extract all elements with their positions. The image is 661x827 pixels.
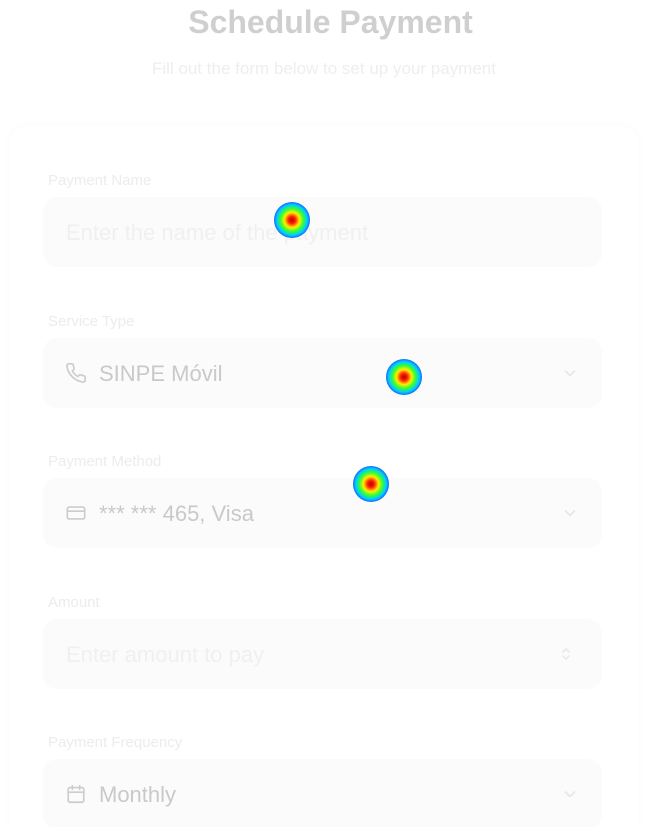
service-type-value: SINPE Móvil xyxy=(99,361,223,386)
page-title: Schedule Payment xyxy=(188,4,473,40)
schedule-payment-page: Schedule Payment Fill out the form below… xyxy=(0,0,661,827)
payment-name-placeholder: Enter the name of the payment xyxy=(66,220,369,245)
stepper-icon[interactable] xyxy=(558,646,574,662)
calendar-icon xyxy=(65,783,87,805)
chevron-down-icon xyxy=(562,786,578,802)
service-type-label: Service Type xyxy=(48,313,135,330)
page-subtitle: Fill out the form below to set up your p… xyxy=(152,59,496,78)
amount-label: Amount xyxy=(48,594,100,611)
payment-name-input[interactable]: Enter the name of the payment xyxy=(43,197,602,267)
credit-card-icon xyxy=(65,502,87,524)
payment-frequency-label: Payment Frequency xyxy=(48,734,183,751)
amount-placeholder: Enter amount to pay xyxy=(66,642,265,667)
chevron-down-icon xyxy=(562,505,578,521)
payment-frequency-select[interactable]: Monthly xyxy=(43,759,602,827)
service-type-select[interactable]: SINPE Móvil xyxy=(43,338,602,408)
payment-method-select[interactable]: *** *** 465, Visa xyxy=(43,478,602,548)
phone-icon xyxy=(65,362,87,384)
payment-method-value: *** *** 465, Visa xyxy=(99,501,254,526)
payment-frequency-value: Monthly xyxy=(99,782,177,807)
amount-input[interactable]: Enter amount to pay xyxy=(43,619,602,689)
payment-method-label: Payment Method xyxy=(48,453,162,470)
payment-name-label: Payment Name xyxy=(48,172,152,189)
chevron-down-icon xyxy=(562,365,578,381)
